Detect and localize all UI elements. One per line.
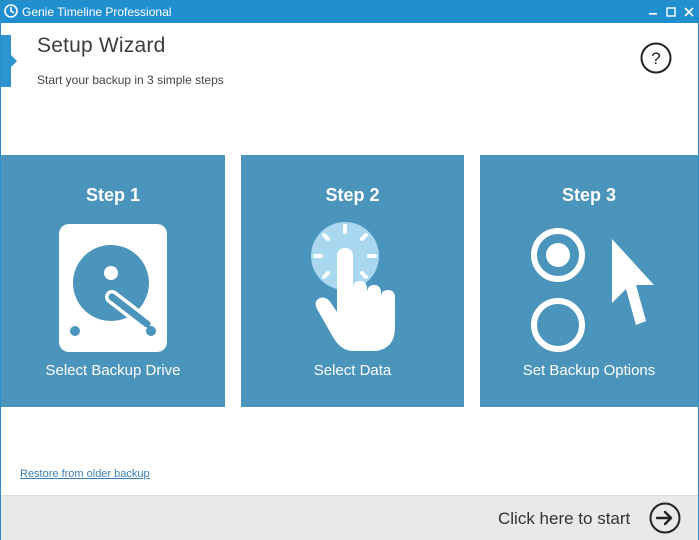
step-2-tile[interactable]: Step 2 Select Data bbox=[241, 155, 464, 407]
step-1-title: Step 1 bbox=[85, 185, 141, 205]
step-2-title: Step 2 bbox=[325, 185, 380, 205]
options-cursor-icon bbox=[531, 228, 654, 352]
step-1-tile[interactable]: Step 1 Select Backup Drive bbox=[1, 155, 225, 407]
step-3-title: Step 3 bbox=[561, 185, 617, 205]
page-subtitle: Start your backup in 3 simple steps bbox=[37, 73, 224, 87]
start-arrow-icon[interactable] bbox=[649, 502, 681, 534]
step-1-caption: Select Backup Drive bbox=[45, 362, 181, 379]
close-icon[interactable] bbox=[678, 1, 699, 23]
step-3-tile[interactable]: Step 3 Set Backup Options bbox=[480, 155, 698, 407]
footer-bar: Click here to start bbox=[1, 495, 698, 540]
app-logo-icon bbox=[4, 4, 18, 18]
restore-from-older-backup-link[interactable]: Restore from older backup bbox=[20, 468, 150, 480]
header-accent-tab bbox=[1, 35, 17, 87]
hard-drive-icon bbox=[59, 224, 167, 352]
window-title: Genie Timeline Professional bbox=[22, 5, 172, 19]
help-glyph: ? bbox=[651, 49, 660, 68]
start-label[interactable]: Click here to start bbox=[498, 509, 630, 529]
step-3-caption: Set Backup Options bbox=[522, 362, 656, 379]
page-title: Setup Wizard bbox=[37, 34, 166, 57]
step-2-caption: Select Data bbox=[313, 362, 392, 379]
app-window: Genie Timeline Professional Setup Wizard… bbox=[0, 0, 699, 540]
help-button[interactable]: ? bbox=[640, 42, 672, 74]
title-bar: Genie Timeline Professional bbox=[1, 1, 698, 23]
tap-hand-icon bbox=[311, 222, 395, 351]
